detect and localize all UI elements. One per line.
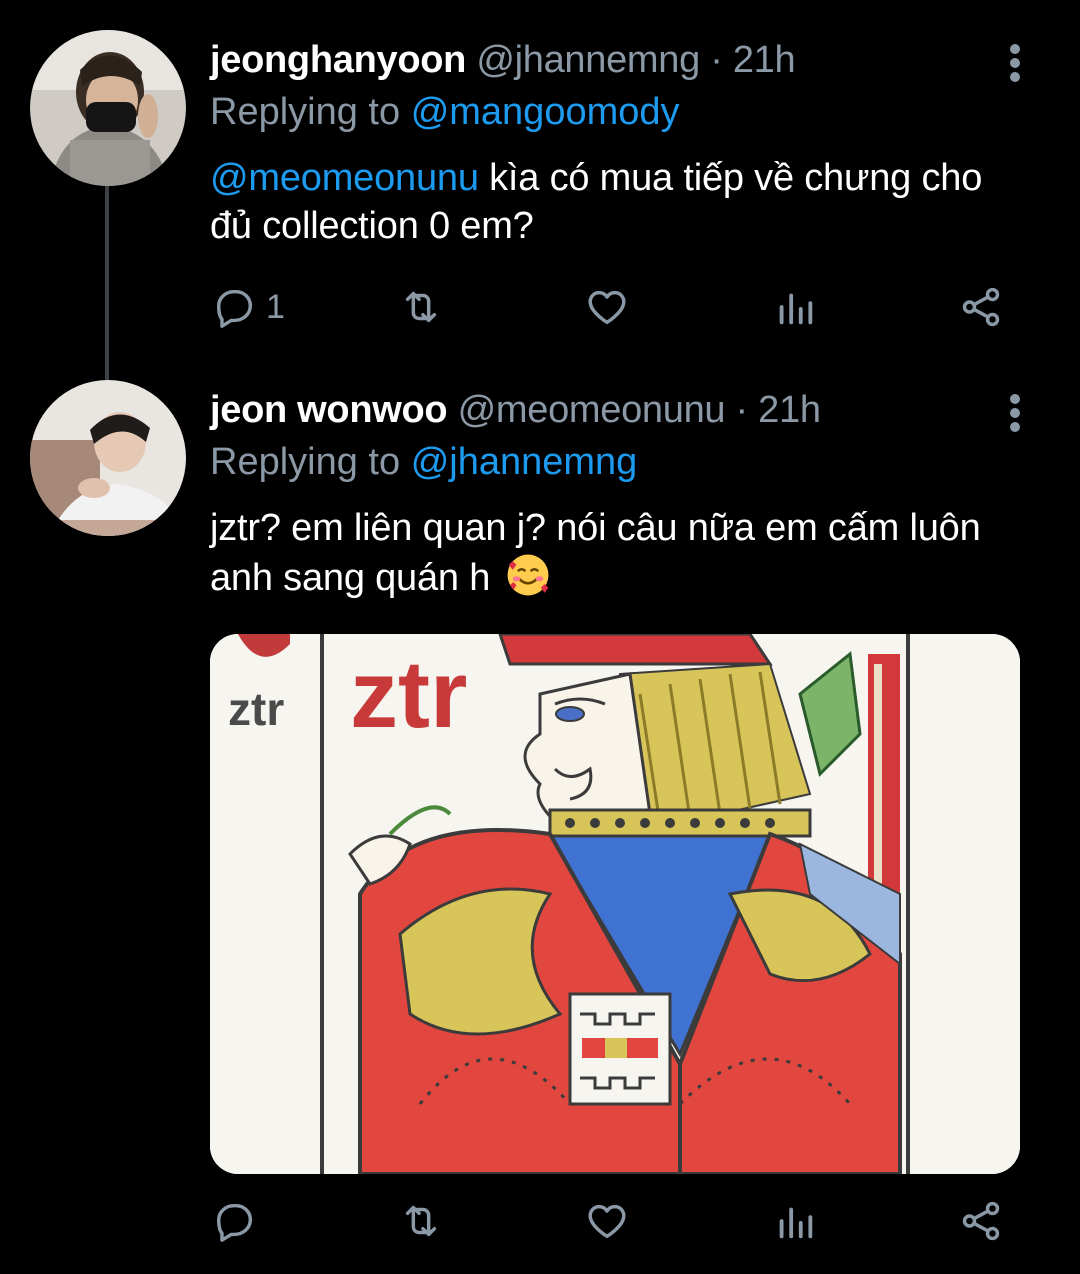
retweet-icon	[405, 291, 437, 323]
replying-to-line: Replying to @jhannemng	[210, 438, 1020, 486]
retweet-button[interactable]	[398, 1196, 444, 1246]
heart-icon	[588, 1204, 626, 1239]
timestamp[interactable]: 21h	[758, 389, 821, 431]
share-button[interactable]	[958, 282, 1004, 332]
share-icon	[962, 1201, 1000, 1241]
like-button[interactable]	[584, 1196, 630, 1246]
analytics-icon	[779, 1207, 813, 1239]
timestamp[interactable]: 21h	[733, 39, 796, 81]
tweet-header: jeon wonwoo @meomeonunu · 21h	[210, 386, 1020, 434]
retweet-button[interactable]	[398, 282, 444, 332]
retweet-icon	[405, 1205, 437, 1237]
card-label-large: ztr	[350, 641, 468, 748]
reply-button[interactable]: 1	[212, 282, 285, 332]
separator-dot: ·	[735, 389, 749, 431]
analytics-icon	[779, 293, 813, 325]
smiling-face-with-hearts-emoji	[507, 554, 548, 596]
reply-button[interactable]	[212, 1196, 258, 1246]
user-handle[interactable]: @meomeonunu	[458, 389, 726, 431]
thread-connector-line	[105, 186, 109, 380]
display-name[interactable]: jeonghanyoon	[210, 39, 466, 81]
separator-dot: ·	[710, 39, 723, 81]
reply-icon	[216, 289, 253, 328]
tweet-text: @meomeonunu kìa có mua tiếp về chưng cho…	[210, 154, 1000, 250]
tweet-thread: jeonghanyoon @jhannemng · 21h Replying t…	[0, 0, 1080, 1274]
avatar-jeon-wonwoo[interactable]	[30, 380, 186, 536]
tweet-actions	[210, 1196, 1010, 1246]
tweet-jeonghanyoon[interactable]: jeonghanyoon @jhannemng · 21h Replying t…	[0, 0, 1080, 380]
tweet-content: jeonghanyoon @jhannemng · 21h Replying t…	[210, 36, 1020, 250]
playing-card-jack-image	[210, 634, 1020, 1174]
replying-to-line: Replying to @mangoomody	[210, 88, 1020, 136]
replying-prefix: Replying to	[210, 91, 401, 133]
reply-count: 1	[266, 287, 285, 326]
tweet-text: jztr? em liên quan j? nói câu nữa em cấm…	[210, 504, 1000, 602]
tweet-header: jeonghanyoon @jhannemng · 21h	[210, 36, 1020, 84]
tweet-text-body: jztr? em liên quan j? nói câu nữa em cấm…	[210, 507, 981, 599]
replying-to-mention[interactable]: @jhannemng	[411, 441, 638, 483]
replying-to-mention[interactable]: @mangoomody	[411, 91, 680, 133]
share-icon	[962, 287, 1000, 327]
analytics-button[interactable]	[772, 282, 818, 332]
tweet-content: jeon wonwoo @meomeonunu · 21h Replying t…	[210, 386, 1020, 602]
mention-link[interactable]: @meomeonunu	[210, 157, 479, 199]
like-button[interactable]	[584, 282, 630, 332]
tweet-actions: 1	[210, 282, 1010, 332]
card-label-small: ztr	[228, 683, 285, 735]
analytics-button[interactable]	[772, 1196, 818, 1246]
display-name[interactable]: jeon wonwoo	[210, 389, 448, 431]
user-handle[interactable]: @jhannemng	[476, 39, 700, 81]
more-options-icon[interactable]	[1000, 388, 1030, 438]
share-button[interactable]	[958, 1196, 1004, 1246]
replying-prefix: Replying to	[210, 441, 401, 483]
more-options-icon[interactable]	[1000, 38, 1030, 88]
avatar-jeonghanyoon[interactable]	[30, 30, 186, 186]
tweet-media-image[interactable]: ztr ztr	[210, 634, 1020, 1174]
heart-icon	[588, 290, 626, 325]
reply-icon	[216, 1203, 253, 1242]
